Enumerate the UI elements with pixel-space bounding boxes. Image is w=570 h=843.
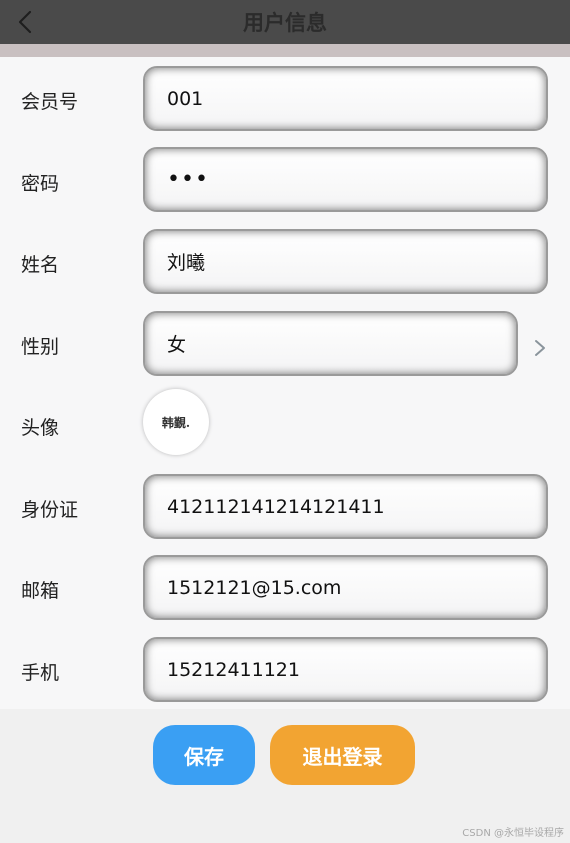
gender-label: 性别 xyxy=(21,336,60,358)
phone-field[interactable]: 15212411121 xyxy=(143,637,548,702)
watermark: CSDN @永恒毕设程序 xyxy=(462,828,564,839)
avatar-signature: 韩覲. xyxy=(161,415,191,430)
password-field[interactable]: ••• xyxy=(143,147,548,212)
member-no-field[interactable]: 001 xyxy=(143,66,548,131)
name-label: 姓名 xyxy=(21,254,60,276)
gender-select[interactable]: 女 xyxy=(143,311,518,376)
id-card-field[interactable]: 412112141214121411 xyxy=(143,474,548,539)
password-label: 密码 xyxy=(21,173,60,195)
avatar[interactable]: 韩覲. xyxy=(143,389,209,455)
name-field[interactable]: 刘曦 xyxy=(143,229,548,294)
save-button[interactable]: 保存 xyxy=(153,725,255,785)
avatar-label: 头像 xyxy=(21,417,60,439)
logout-button[interactable]: 退出登录 xyxy=(270,725,415,785)
email-field[interactable]: 1512121@15.com xyxy=(143,555,548,620)
member-no-label: 会员号 xyxy=(21,91,79,113)
id-card-label: 身份证 xyxy=(21,499,79,521)
page-title: 用户信息 xyxy=(243,11,327,35)
app-header: 用户信息 xyxy=(0,0,570,44)
email-label: 邮箱 xyxy=(21,580,60,602)
chevron-right-icon[interactable] xyxy=(530,337,550,359)
phone-label: 手机 xyxy=(21,662,60,684)
header-divider xyxy=(0,44,570,57)
